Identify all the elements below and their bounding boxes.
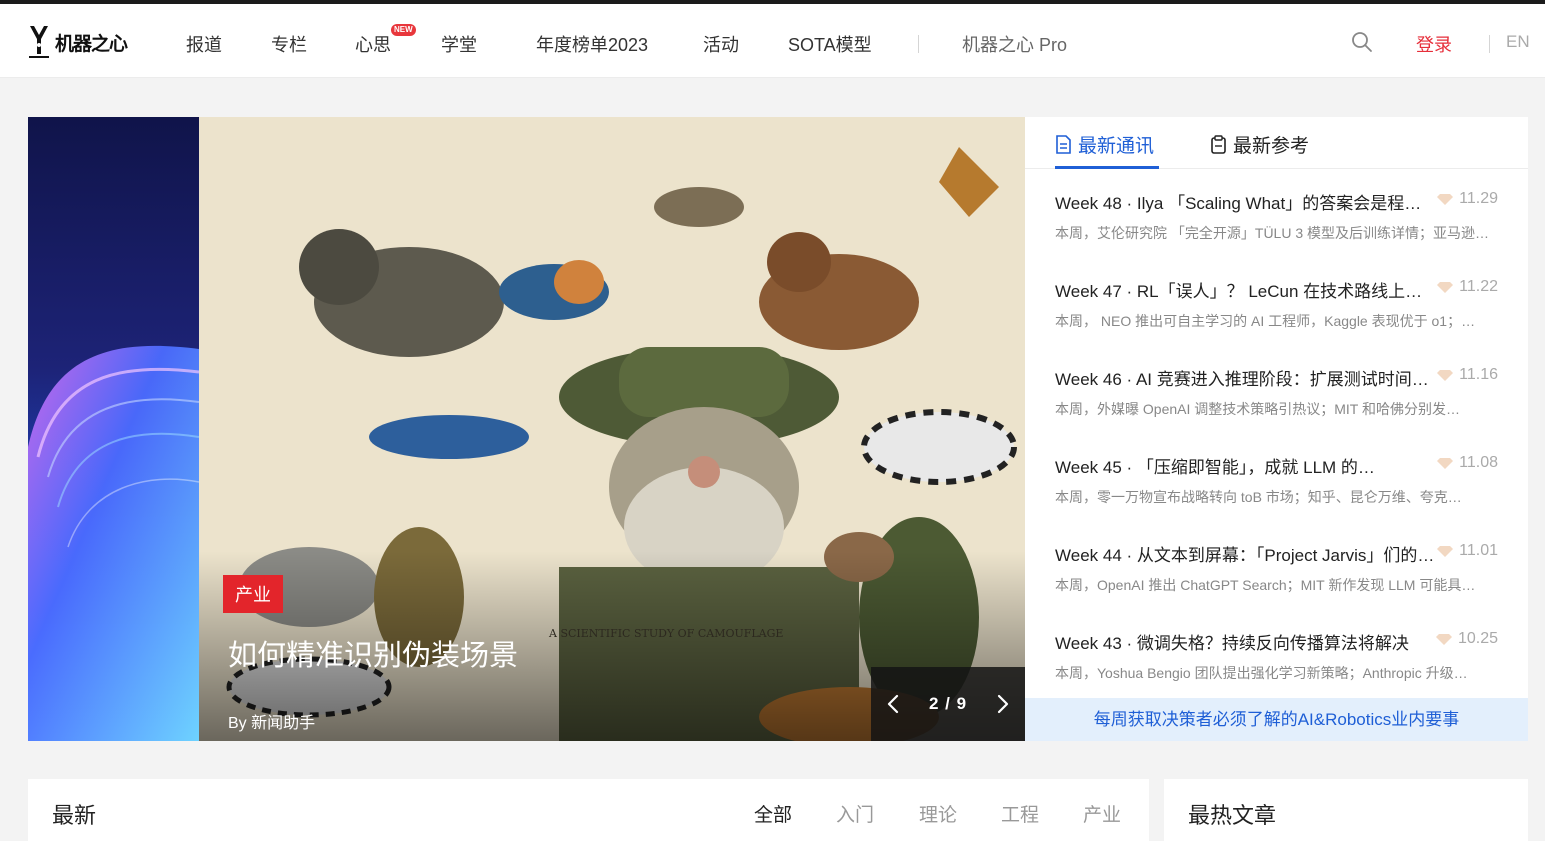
latest-section-title: 最新	[52, 803, 97, 828]
newsletter-date-wrap: 11.08	[1437, 454, 1498, 472]
new-badge: NEW	[391, 24, 416, 36]
newsletter-title: Week 48 · Ilya 「Scaling What」的答案会是程序合成吗	[1055, 194, 1435, 213]
site-logo[interactable]: 机器之心	[27, 22, 128, 62]
hot-articles-title: 最热文章	[1188, 803, 1277, 828]
tab-latest-newsletter[interactable]: 最新通讯	[1055, 131, 1154, 158]
newsletter-date: 11.22	[1459, 278, 1498, 295]
chevron-right-icon[interactable]	[989, 691, 1015, 717]
filter-beginner[interactable]: 入门	[836, 800, 874, 827]
nav-sota[interactable]: SOTA模型	[788, 31, 872, 57]
carousel-pager: 2 / 9	[871, 667, 1025, 741]
nav-xinsi-label: 心思	[355, 35, 391, 55]
search-icon[interactable]	[1351, 31, 1373, 53]
active-tab-indicator	[1055, 166, 1159, 169]
diamond-icon	[1437, 282, 1454, 293]
newsletter-summary: 本周，OpenAI 推出 ChatGPT Search；MIT 新作发现 LLM…	[1055, 577, 1476, 593]
panel-tabs: 最新通讯 最新参考	[1025, 117, 1528, 169]
language-switch[interactable]: EN	[1506, 32, 1530, 52]
nav-divider	[918, 35, 919, 53]
nav-annual-list[interactable]: 年度榜单2023	[536, 31, 648, 57]
newsletter-summary: 本周，外媒曝 OpenAI 调整技术策略引热议；MIT 和哈佛分别发…	[1055, 401, 1460, 417]
nav-columns[interactable]: 专栏	[271, 31, 307, 57]
hot-articles-section: 最热文章	[1164, 779, 1528, 841]
newsletter-summary: 本周，零一万物宣布战略转向 toB 市场；知乎、昆仑万维、夸克…	[1055, 489, 1462, 505]
newsletter-date: 10.25	[1457, 630, 1498, 647]
newsletter-item[interactable]: Week 43 · 微调失格？持续反向传播算法将解决 10.25 本周，Yosh…	[1055, 629, 1498, 683]
nav-xinsi[interactable]: 心思 NEW	[355, 24, 416, 57]
document-icon	[1056, 135, 1071, 154]
newsletter-date-wrap: 11.29	[1437, 190, 1498, 208]
newsletter-title: Week 47 · RL「误人」？ LeCun 在技术路线上的分歧	[1055, 282, 1435, 301]
newsletter-date-wrap: 11.01	[1437, 542, 1498, 560]
newsletter-item[interactable]: Week 44 · 从文本到屏幕：「Project Jarvis」们的崛起 11…	[1055, 541, 1498, 595]
subscribe-banner[interactable]: 每周获取决策者必须了解的AI&Robotics业内要事	[1025, 698, 1528, 741]
logo-mark-icon	[29, 26, 49, 58]
diamond-icon	[1437, 546, 1454, 557]
nav-reports[interactable]: 报道	[186, 31, 222, 57]
hero-carousel: A SCIENTIFIC STUDY OF CAMOUFLAGE 产业 如何精准…	[28, 117, 1025, 741]
filter-industry[interactable]: 产业	[1083, 800, 1121, 827]
tab-latest-reference-label: 最新参考	[1233, 136, 1310, 157]
newsletter-title: Week 43 · 微调失格？持续反向传播算法将解决	[1055, 634, 1409, 653]
newsletter-summary: 本周， NEO 推出可自主学习的 AI 工程师，Kaggle 表现优于 o1；…	[1055, 313, 1476, 329]
newsletter-date-wrap: 10.25	[1435, 630, 1498, 648]
nav-pro[interactable]: 机器之心 Pro	[962, 31, 1067, 57]
newsletter-item[interactable]: Week 46 · AI 竞赛进入推理阶段：扩展测试时间计算 11.16 本周，…	[1055, 365, 1498, 419]
newsletter-title: Week 46 · AI 竞赛进入推理阶段：扩展测试时间计算	[1055, 370, 1435, 389]
newsletter-item[interactable]: Week 48 · Ilya 「Scaling What」的答案会是程序合成吗 …	[1055, 189, 1498, 243]
newsletter-date-wrap: 11.22	[1437, 278, 1498, 296]
newsletter-summary: 本周，Yoshua Bengio 团队提出强化学习新策略；Anthropic 升…	[1055, 665, 1468, 681]
diamond-icon	[1437, 194, 1454, 205]
nav-academy[interactable]: 学堂	[441, 31, 477, 57]
diamond-icon	[1437, 370, 1454, 381]
tab-latest-newsletter-label: 最新通讯	[1078, 136, 1155, 157]
filter-engineering[interactable]: 工程	[1001, 800, 1039, 827]
diamond-icon	[1437, 458, 1454, 469]
newsletter-panel: 最新通讯 最新参考 Week 48 · Ilya 「Scaling What」的…	[1025, 117, 1528, 741]
previous-slide-preview[interactable]	[28, 117, 199, 741]
category-tag[interactable]: 产业	[223, 575, 283, 613]
newsletter-date-wrap: 11.16	[1437, 366, 1498, 384]
hero-slide-image[interactable]: A SCIENTIFIC STUDY OF CAMOUFLAGE 产业 如何精准…	[199, 117, 1025, 741]
site-header: 机器之心 报道 专栏 心思 NEW 学堂 年度榜单2023 活动 SOTA模型 …	[0, 4, 1545, 78]
newsletter-item[interactable]: Week 45 · 「压缩即智能」，成就 LLM 的… 11.08 本周，零一万…	[1055, 453, 1498, 507]
logo-text: 机器之心	[55, 32, 128, 55]
newsletter-title: Week 45 · 「压缩即智能」，成就 LLM 的…	[1055, 458, 1375, 477]
hero-author: By 新闻助手	[228, 715, 316, 732]
newsletter-date: 11.16	[1459, 366, 1498, 383]
diamond-icon	[1435, 634, 1452, 645]
hero-title[interactable]: 如何精准识别伪装场景	[228, 632, 518, 674]
newsletter-date: 11.01	[1459, 542, 1498, 559]
filter-theory[interactable]: 理论	[919, 800, 957, 827]
lang-divider	[1489, 35, 1490, 53]
newsletter-title: Week 44 · 从文本到屏幕：「Project Jarvis」们的崛起	[1055, 546, 1435, 565]
newsletter-summary: 本周，艾伦研究院 「完全开源」TÜLU 3 模型及后训练详情；亚马逊…	[1055, 225, 1490, 241]
newsletter-date: 11.08	[1459, 454, 1498, 471]
latest-section: 最新 全部 入门 理论 工程 产业	[28, 779, 1149, 841]
newsletter-date: 11.29	[1459, 190, 1498, 207]
nav-events[interactable]: 活动	[703, 31, 739, 57]
newsletter-item[interactable]: Week 47 · RL「误人」？ LeCun 在技术路线上的分歧 11.22 …	[1055, 277, 1498, 331]
abstract-wave-image	[28, 345, 199, 741]
filter-all[interactable]: 全部	[754, 800, 792, 827]
tab-latest-reference[interactable]: 最新参考	[1210, 131, 1309, 158]
login-link[interactable]: 登录	[1416, 31, 1452, 57]
clipboard-icon	[1211, 135, 1226, 154]
